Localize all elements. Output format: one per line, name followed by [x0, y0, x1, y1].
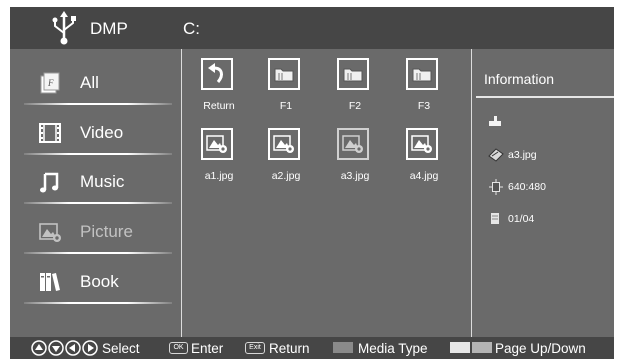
bottom-hint-bar: Select OK Enter Exit Return Media Type P…: [10, 337, 614, 359]
top-bar: DMP C:: [10, 7, 614, 49]
tile-label: a2.jpg: [271, 170, 301, 182]
film-icon: [39, 123, 61, 143]
tile-label: Return: [203, 100, 235, 112]
image-file-icon: [273, 135, 294, 153]
book-icon: [40, 273, 60, 291]
sidebar-item-all[interactable]: F All: [10, 63, 178, 109]
hint-select: Select: [102, 341, 140, 356]
tile-frame: [201, 58, 233, 90]
info-resolution-text: 640:480: [508, 181, 546, 193]
hint-return: Return: [269, 341, 310, 356]
ok-key-icon: OK: [169, 342, 188, 354]
divider: [24, 153, 172, 155]
info-page-text: 01/04: [508, 213, 535, 225]
tile-label: a1.jpg: [204, 170, 234, 182]
image-file-icon: [411, 135, 432, 153]
image-file-icon: [342, 135, 363, 153]
image-file-tile[interactable]: a3.jpg: [325, 128, 385, 186]
app-title: DMP: [90, 19, 128, 38]
tile-label: F3: [417, 100, 431, 112]
image-file-tile[interactable]: a2.jpg: [256, 128, 316, 186]
return-tile[interactable]: Return: [189, 58, 249, 116]
info-title: Information: [484, 71, 555, 87]
folder-tile[interactable]: F3: [394, 58, 454, 116]
folder-icon: [412, 68, 432, 82]
sidebar-item-book[interactable]: Book: [10, 262, 178, 308]
sidebar-divider: [181, 49, 182, 337]
hint-enter: Enter: [191, 341, 224, 356]
hint-media-type: Media Type: [358, 341, 428, 356]
exit-key-icon: Exit: [245, 342, 265, 354]
sidebar-item-picture[interactable]: Picture: [10, 212, 178, 258]
divider: [476, 96, 614, 98]
sidebar-item-label: All: [80, 73, 99, 92]
sidebar-item-label: Book: [80, 272, 119, 291]
sidebar-item-label: Music: [80, 172, 125, 191]
folder-icon: [343, 68, 363, 82]
media-type-key-swatch: [333, 342, 353, 353]
folder-icon: [274, 68, 294, 82]
tile-label: F1: [279, 100, 293, 112]
tile-label: a3.jpg: [340, 170, 370, 182]
info-divider: [471, 49, 472, 337]
dmp-screen: DMP C: F All Video Music Picture Book Re…: [10, 7, 614, 359]
sidebar-item-music[interactable]: Music: [10, 162, 178, 208]
tile-frame: [337, 58, 369, 90]
tile-label: a4.jpg: [409, 170, 439, 182]
resolution-icon: [489, 179, 503, 195]
page-icon: [491, 213, 499, 224]
current-path: C:: [183, 19, 200, 38]
info-filename-text: a3.jpg: [508, 149, 537, 161]
tile-frame: [406, 128, 438, 160]
sidebar-item-label: Picture: [80, 222, 133, 241]
divider: [24, 302, 172, 304]
image-file-icon: [206, 135, 227, 153]
picture-icon: [39, 223, 61, 242]
sidebar-item-label: Video: [80, 123, 124, 142]
folder-tile[interactable]: F1: [256, 58, 316, 116]
usb-icon: [52, 11, 76, 45]
music-note-icon: [40, 172, 59, 193]
image-file-tile[interactable]: a1.jpg: [189, 128, 249, 186]
tile-frame: [268, 128, 300, 160]
navigation-arrows-icon: [31, 340, 98, 356]
tile-label: F2: [348, 100, 362, 112]
folder-tile[interactable]: F2: [325, 58, 385, 116]
sidebar-item-video[interactable]: Video: [10, 113, 178, 159]
hint-page-updown: Page Up/Down: [495, 341, 586, 356]
return-arrow-icon: [208, 63, 223, 83]
tile-frame: [337, 128, 369, 160]
image-file-tile[interactable]: a4.jpg: [394, 128, 454, 186]
page-key-swatch: [472, 342, 492, 353]
divider: [24, 103, 172, 105]
tile-frame: [268, 58, 300, 90]
divider: [24, 202, 172, 204]
svg-text:F: F: [47, 78, 54, 88]
tag-icon: [488, 148, 504, 162]
all-media-icon: F: [40, 72, 60, 94]
drive-icon: [489, 116, 501, 126]
tile-frame: [201, 128, 233, 160]
tile-frame: [406, 58, 438, 90]
page-key-swatch: [450, 342, 470, 353]
divider: [24, 252, 172, 254]
